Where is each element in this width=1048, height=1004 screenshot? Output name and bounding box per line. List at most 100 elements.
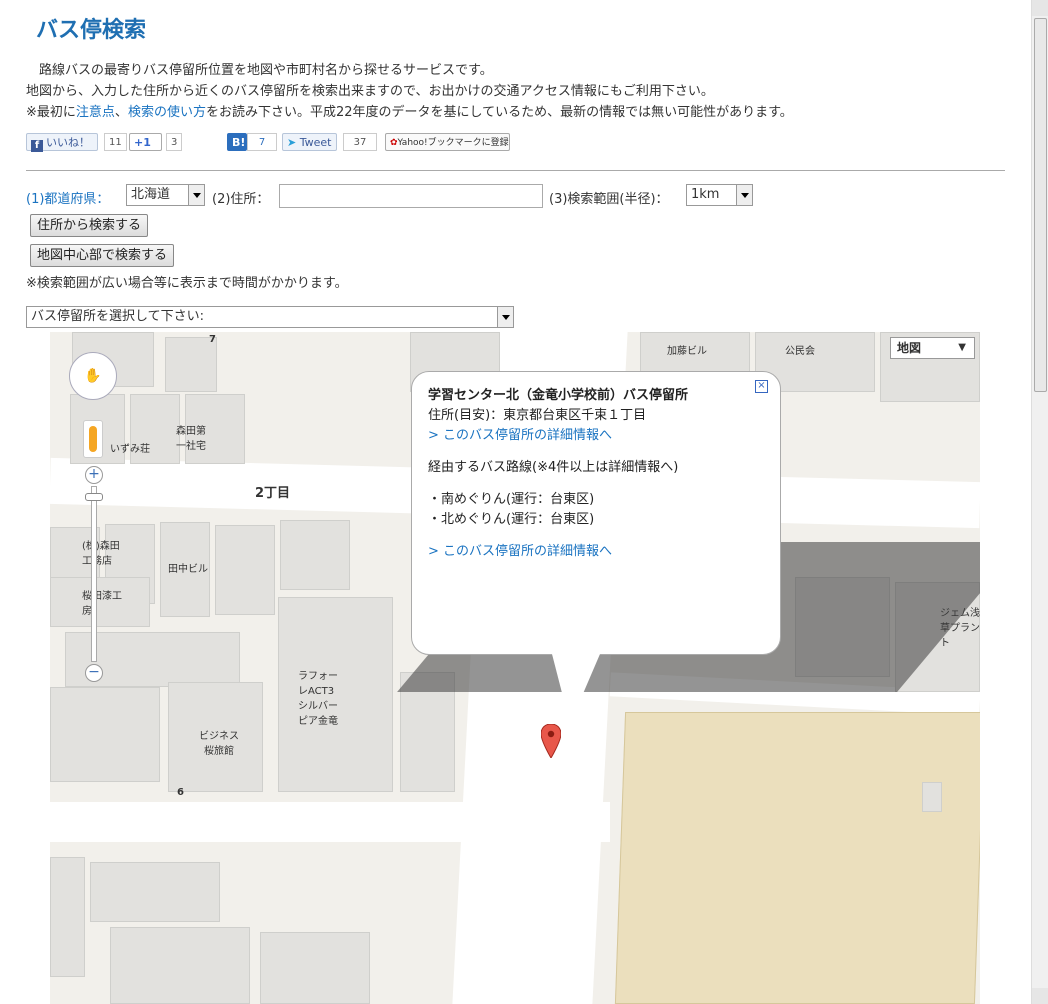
map-building bbox=[165, 337, 217, 392]
zoom-slider-track[interactable] bbox=[91, 486, 97, 662]
tweet-label: Tweet bbox=[299, 136, 332, 149]
intro-sep: 、 bbox=[114, 105, 128, 120]
map-label-business-hotel: ビジネス桜旅館 bbox=[199, 731, 239, 757]
yahoo-label: Yahoo!ブックマークに登録 bbox=[397, 138, 509, 148]
range-value: 1km bbox=[691, 187, 720, 202]
detail-link[interactable]: > このバス停留所の詳細情報へ bbox=[428, 428, 612, 443]
map-building bbox=[215, 525, 275, 615]
map-label-kominkan: 公民会 bbox=[785, 346, 815, 357]
map-building bbox=[90, 862, 220, 922]
range-label: (3)検索範囲(半径)： bbox=[549, 192, 669, 207]
intro-line-2: 地図から、入力した住所から近くのバス停留所を検索出来ますので、お出かけの交通アク… bbox=[26, 84, 714, 99]
map-label-sakura: 桜田漆工房 bbox=[82, 591, 122, 617]
search-map-center-button[interactable]: 地図中心部で検索する bbox=[30, 244, 175, 267]
chevron-down-icon bbox=[188, 185, 204, 205]
route-item: ・北めぐりん(運行：台東区) bbox=[428, 512, 595, 527]
map-label-district: 2丁目 bbox=[255, 486, 291, 501]
yahoo-icon: ✿ bbox=[390, 138, 398, 148]
map-label-izumi: いずみ荘 bbox=[110, 444, 150, 455]
search-note: ※検索範囲が広い場合等に表示まで時間がかかります。 bbox=[26, 276, 348, 291]
page: バス停検索 路線バスの最寄りバス停留所位置を地図や市町村名から探せるサービスです… bbox=[0, 0, 1031, 1004]
bus-stop-title: 学習センター北（金竜小学校前）バス停留所 bbox=[428, 388, 689, 403]
info-window-tail bbox=[552, 654, 600, 724]
addr-label: (2)住所： bbox=[212, 192, 270, 207]
search-by-address-button[interactable]: 住所から検索する bbox=[30, 214, 149, 237]
route-item: ・南めぐりん(運行：台東区) bbox=[428, 492, 595, 507]
pref-select[interactable]: 北海道 bbox=[126, 184, 205, 206]
map-road bbox=[50, 802, 610, 842]
chevron-down-icon bbox=[497, 307, 513, 327]
bus-stop-select[interactable]: バス停留所を選択して下さい: bbox=[26, 306, 514, 328]
map-label-block-number: 6 bbox=[177, 787, 184, 798]
intro-line-1: 路線バスの最寄りバス停留所位置を地図や市町村名から探せるサービスです。 bbox=[26, 63, 493, 78]
map-label-kato: 加藤ビル bbox=[667, 346, 707, 357]
facebook-icon: f bbox=[31, 140, 43, 152]
map-building bbox=[922, 782, 942, 812]
plusone-button[interactable]: +1 bbox=[129, 133, 162, 151]
info-window: × 学習センター北（金竜小学校前）バス停留所 住所(目安)：東京都台東区千束１丁… bbox=[411, 371, 781, 724]
map-building bbox=[280, 520, 350, 590]
map-type-label: 地図 bbox=[897, 341, 922, 355]
map-school-grounds bbox=[614, 712, 980, 1004]
scrollbar[interactable] bbox=[1031, 0, 1048, 1004]
pan-hand-icon: ✋ bbox=[84, 368, 102, 384]
divider bbox=[26, 170, 1005, 171]
pegman-figure bbox=[89, 426, 97, 452]
like-label: いいね！ bbox=[46, 136, 90, 149]
zoom-in-button[interactable]: + bbox=[85, 466, 103, 484]
detail-link-2[interactable]: > このバス停留所の詳細情報へ bbox=[428, 544, 612, 559]
notes-link[interactable]: 注意点 bbox=[76, 105, 115, 120]
map-marker-icon[interactable] bbox=[541, 724, 561, 758]
howto-link[interactable]: 検索の使い方 bbox=[128, 105, 206, 120]
map-label-morita-koumuten: (株)森田工務店 bbox=[82, 541, 120, 567]
map-label-morita: 森田第一社宅 bbox=[176, 426, 206, 452]
facebook-like-button[interactable]: f いいね！ bbox=[26, 133, 98, 152]
hatena-bookmark-button[interactable]: B! bbox=[227, 133, 247, 151]
detail-link-row: > このバス停留所の詳細情報へ bbox=[428, 542, 688, 562]
search-form: (1)都道府県： 北海道 (2)住所： (3)検索範囲(半径)： 1km bbox=[26, 184, 1026, 208]
social-buttons: f いいね！ 11 +1 3 B! 7 ➤ Tweet 37 ✿Yahoo!ブック… bbox=[0, 133, 1030, 153]
intro-prefix: ※最初に bbox=[26, 105, 76, 120]
zoom-out-button[interactable]: − bbox=[85, 664, 103, 682]
routes-heading: 経由するバス路線(※4件以上は詳細情報へ) bbox=[428, 460, 679, 475]
range-select[interactable]: 1km bbox=[686, 184, 753, 206]
map-building bbox=[50, 687, 160, 782]
hatena-count: 7 bbox=[247, 133, 277, 151]
bus-stop-address: 住所(目安)：東京都台東区千束１丁目 bbox=[428, 408, 647, 423]
plusone-count: 3 bbox=[166, 133, 183, 151]
map-building bbox=[110, 927, 250, 1004]
map-label-tanaka: 田中ビル bbox=[168, 564, 208, 575]
chevron-down-icon: ▼ bbox=[958, 342, 966, 353]
intro-line-3: ※最初に注意点、検索の使い方をお読み下さい。平成22年度のデータを基にしているた… bbox=[26, 102, 793, 123]
info-window-content: 学習センター北（金竜小学校前）バス停留所 住所(目安)：東京都台東区千束１丁目 … bbox=[428, 386, 688, 562]
scroll-down-arrow-icon[interactable] bbox=[1032, 988, 1048, 1004]
map-building bbox=[260, 932, 370, 1004]
detail-link-row: > このバス停留所の詳細情報へ bbox=[428, 426, 688, 446]
page-title: バス停検索 bbox=[36, 18, 147, 43]
zoom-slider-handle[interactable] bbox=[85, 493, 103, 501]
twitter-bird-icon: ➤ bbox=[287, 136, 297, 149]
bus-stop-select-value: バス停留所を選択して下さい: bbox=[31, 309, 204, 324]
map-type-control[interactable]: 地図 ▼ bbox=[890, 337, 975, 359]
intro-text: 路線バスの最寄りバス停留所位置を地図や市町村名から探せるサービスです。 地図から… bbox=[26, 60, 793, 123]
map-pan-control[interactable]: ✋ bbox=[69, 352, 117, 400]
map-building bbox=[50, 857, 85, 977]
scroll-up-arrow-icon[interactable] bbox=[1032, 0, 1048, 16]
scrollbar-thumb[interactable] bbox=[1034, 18, 1047, 392]
intro-suffix: をお読み下さい。平成22年度のデータを基にしているため、最新の情報では無い可能性… bbox=[205, 105, 793, 120]
pref-label: (1)都道府県： bbox=[26, 192, 110, 207]
close-icon[interactable]: × bbox=[755, 380, 768, 393]
yahoo-bookmark-button[interactable]: ✿Yahoo!ブックマークに登録 bbox=[385, 133, 510, 151]
map-label-block-number: 7 bbox=[209, 334, 216, 345]
chevron-down-icon bbox=[736, 185, 752, 205]
address-input[interactable] bbox=[279, 184, 543, 208]
pref-value: 北海道 bbox=[131, 187, 171, 202]
like-count: 11 bbox=[104, 133, 127, 151]
map-label-rafore: ラフォーレACT3シルバーピア金竜 bbox=[298, 671, 338, 727]
tweet-count: 37 bbox=[343, 133, 377, 151]
tweet-button[interactable]: ➤ Tweet bbox=[282, 133, 337, 151]
pegman-icon[interactable] bbox=[83, 420, 103, 458]
